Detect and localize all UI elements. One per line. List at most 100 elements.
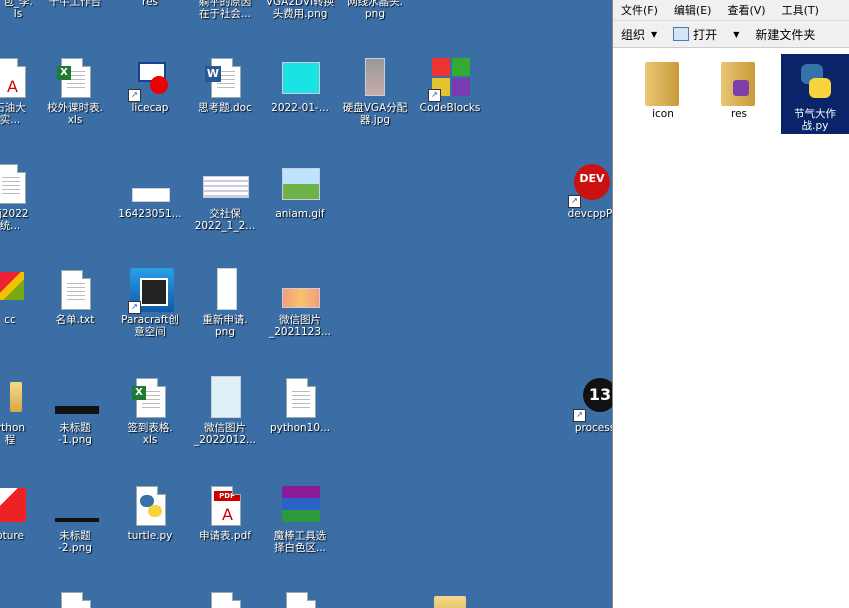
desktop-icon-png[interactable]: 网线水晶头. png bbox=[335, 0, 415, 20]
app-icon bbox=[0, 484, 30, 528]
excel-icon: X bbox=[55, 56, 95, 100]
desktop-icon-gif[interactable]: aniam.gif bbox=[260, 162, 340, 220]
desktop-icon-folder[interactable] bbox=[410, 590, 490, 608]
desktop-icon-png[interactable]: 重新申请. png bbox=[185, 268, 265, 338]
desktop-icon-jpg[interactable]: 硬盘VGA分配 器.jpg bbox=[335, 56, 415, 126]
icon-label: CodeBlocks bbox=[419, 102, 481, 114]
shortcut-arrow-icon: ↗ bbox=[428, 89, 441, 102]
desktop-icon-image[interactable]: 16423051... bbox=[110, 162, 190, 220]
desktop-icon-doc[interactable]: W 思考题.doc bbox=[185, 56, 265, 114]
icon-label: 微信图片 _2022012... bbox=[193, 422, 257, 446]
file-list: icon res 节气大作 战.py bbox=[613, 48, 849, 608]
folder-icon bbox=[0, 376, 30, 420]
menu-file[interactable]: 文件(F) bbox=[613, 2, 666, 18]
text-file-icon bbox=[55, 268, 95, 312]
desktop-icon-file[interactable]: python10... bbox=[260, 376, 340, 434]
desktop-icon-txt[interactable]: 名单.txt bbox=[35, 268, 115, 326]
pdf-icon: A bbox=[0, 56, 30, 100]
desktop-icon-py[interactable]: turtle.py bbox=[110, 484, 190, 542]
icon-label: 微信图片 _2021123... bbox=[268, 314, 332, 338]
image-icon bbox=[55, 484, 99, 528]
image-icon bbox=[280, 56, 320, 100]
file-explorer-window: 文件(F) 编辑(E) 查看(V) 工具(T) 组织 ▼ 打开 ▼ 新建文件夹 … bbox=[612, 0, 849, 608]
icon-label: 未标题 -1.png bbox=[58, 422, 92, 446]
menu-edit[interactable]: 编辑(E) bbox=[666, 2, 720, 18]
new-folder-button[interactable]: 新建文件夹 bbox=[747, 26, 823, 43]
desktop-icon-licecap[interactable]: ↗ licecap bbox=[110, 56, 190, 114]
winrar-icon bbox=[280, 484, 320, 528]
desktop-icon-process[interactable]: 13 ↗ process bbox=[555, 376, 612, 434]
icon-label: 名单.txt bbox=[55, 314, 95, 326]
desktop-icon-image[interactable]: 微信图片 _2021123... bbox=[260, 268, 340, 338]
desktop-icon-doc[interactable]: 躺平的原因 在于社会... bbox=[185, 0, 265, 20]
python-file-icon bbox=[793, 58, 837, 108]
python-file-icon bbox=[130, 484, 170, 528]
image-icon bbox=[280, 162, 320, 206]
desktop-icon-image[interactable]: 2022-01-... bbox=[260, 56, 340, 114]
file-label: icon bbox=[652, 108, 674, 120]
desktop-icon-xls[interactable]: X 校外课时表. xls bbox=[35, 56, 115, 126]
caret-down-icon: ▼ bbox=[651, 29, 658, 39]
devcpp-icon: DEV ↗ bbox=[568, 162, 610, 208]
desktop-icon-pdf[interactable]: PDF A 申请表.pdf bbox=[185, 484, 265, 542]
icon-label: 魔棒工具选 择白色区... bbox=[273, 530, 327, 554]
icon-label: process bbox=[574, 422, 612, 434]
organize-button[interactable]: 组织 ▼ bbox=[613, 26, 665, 43]
desktop-icon-image[interactable]: 交社保 2022_1_2... bbox=[185, 162, 265, 232]
desktop-icon-png[interactable]: 未标题 -1.png bbox=[35, 376, 115, 446]
icon-label: 校外课时表. xls bbox=[47, 102, 103, 126]
open-button[interactable]: 打开 ▼ bbox=[665, 26, 747, 43]
image-icon bbox=[280, 268, 320, 312]
icon-label: res bbox=[141, 0, 159, 8]
icon-label: turtle.py bbox=[127, 530, 173, 542]
image-icon bbox=[130, 162, 170, 206]
word-icon: W bbox=[205, 56, 245, 100]
desktop-icon-rar[interactable]: 魔棒工具选 择白色区... bbox=[260, 484, 340, 554]
desktop-icon-devcpp[interactable]: DEV ↗ devcppP bbox=[550, 162, 612, 220]
icon-label: 2022-01-... bbox=[271, 102, 329, 114]
word-icon bbox=[205, 590, 245, 608]
document-icon bbox=[0, 162, 30, 206]
desktop-icon-file[interactable] bbox=[260, 590, 340, 608]
file-item-python-script[interactable]: 节气大作 战.py bbox=[781, 54, 849, 134]
image-icon bbox=[203, 162, 249, 206]
icon-label: 西2022 统... bbox=[0, 208, 29, 232]
desktop-icon-res[interactable]: res bbox=[110, 0, 190, 8]
folder-icon bbox=[641, 58, 685, 108]
caret-down-icon[interactable]: ▼ bbox=[733, 30, 739, 39]
icon-label: aniam.gif bbox=[275, 208, 325, 220]
image-icon bbox=[55, 376, 99, 420]
app-icon bbox=[0, 268, 30, 312]
image-icon bbox=[205, 376, 245, 420]
desktop-icon-file[interactable]: 西2022 统... bbox=[0, 162, 50, 232]
menu-view[interactable]: 查看(V) bbox=[719, 2, 773, 18]
paracraft-icon: ↗ bbox=[128, 268, 174, 314]
desktop-icon-qianniu[interactable]: 千牛工作台 bbox=[35, 0, 115, 8]
desktop-icon-image[interactable]: 微信图片 _2022012... bbox=[185, 376, 265, 446]
icon-label: 交社保 2022_1_2... bbox=[194, 208, 256, 232]
excel-icon: X bbox=[130, 376, 170, 420]
menu-bar: 文件(F) 编辑(E) 查看(V) 工具(T) bbox=[613, 0, 849, 21]
licecap-icon: ↗ bbox=[128, 56, 170, 102]
file-item-folder-res[interactable]: res bbox=[705, 54, 773, 122]
icon-label: 思考题.doc bbox=[198, 102, 252, 114]
shortcut-arrow-icon: ↗ bbox=[128, 89, 141, 102]
toolbar: 组织 ▼ 打开 ▼ 新建文件夹 bbox=[613, 21, 849, 48]
icon-label: 16423051... bbox=[118, 208, 182, 220]
file-item-folder-icon[interactable]: icon bbox=[629, 54, 697, 122]
desktop-icon-paracraft[interactable]: ↗ Paracraft创 意空间 bbox=[110, 268, 190, 338]
desktop-icon-xls[interactable]: X 签到表格. xls bbox=[110, 376, 190, 446]
app-icon: 13 ↗ bbox=[573, 376, 612, 422]
icon-label: licecap bbox=[131, 102, 169, 114]
icon-label: Paracraft创 意空间 bbox=[121, 314, 179, 338]
icon-label: VGA2DVI转换 头费用.png bbox=[265, 0, 335, 20]
shortcut-arrow-icon: ↗ bbox=[568, 195, 581, 208]
desktop-icon-png[interactable]: 未标题 -2.png bbox=[35, 484, 115, 554]
desktop: 包_李. ls 千牛工作台 res 躺平的原因 在于社会... VGA2DVI转… bbox=[0, 0, 612, 608]
desktop-icon-codeblocks[interactable]: ↗ CodeBlocks bbox=[410, 56, 490, 114]
desktop-icon-file[interactable] bbox=[185, 590, 265, 608]
desktop-icon-png[interactable]: VGA2DVI转换 头费用.png bbox=[260, 0, 340, 20]
open-label: 打开 bbox=[693, 27, 718, 42]
desktop-icon-file[interactable] bbox=[35, 590, 115, 608]
menu-tools[interactable]: 工具(T) bbox=[774, 2, 827, 18]
